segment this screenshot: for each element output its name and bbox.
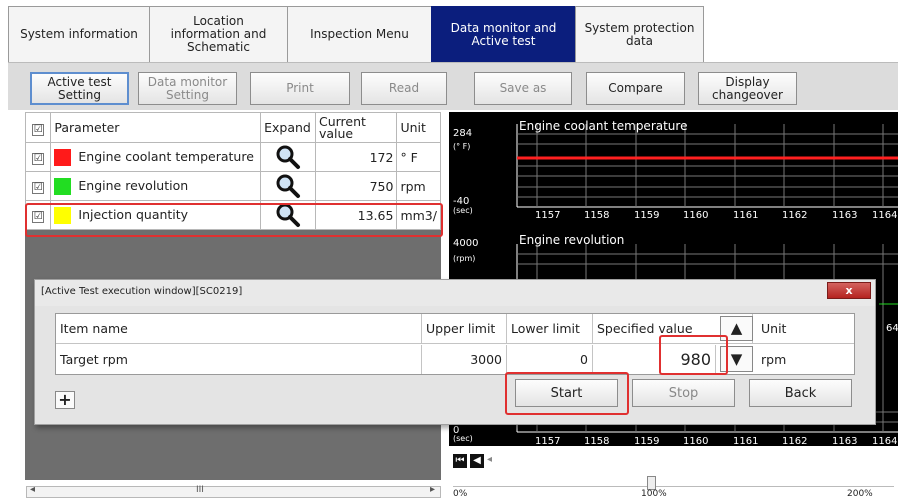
- table-row[interactable]: ☑ Engine revolution 750 rpm: [24, 171, 441, 201]
- zoom-slider-thumb[interactable]: [647, 476, 656, 490]
- expand-button[interactable]: [260, 171, 316, 201]
- row-checkbox[interactable]: ☑: [32, 182, 45, 194]
- magnifier-icon: [276, 145, 301, 169]
- parameter-header: Parameter: [50, 112, 262, 143]
- print-button[interactable]: Print: [250, 72, 350, 105]
- dialog-title: [Active Test execution window][SC0219]: [35, 280, 875, 306]
- zoom-slider-track[interactable]: [453, 486, 894, 487]
- save-as-button[interactable]: Save as: [474, 72, 572, 105]
- graph1-xunit: (sec): [453, 206, 473, 215]
- injection-quantity-highlight: [25, 203, 443, 237]
- specified-value-highlight: [659, 335, 728, 375]
- graph1-tick: 1162: [782, 210, 808, 221]
- graph1-tick: 1159: [634, 210, 660, 221]
- graph1-yunit: (° F): [453, 142, 471, 151]
- item-name-header: Item name: [56, 314, 422, 343]
- active-test-dialog: [Active Test execution window][SC0219] x…: [34, 279, 876, 425]
- current-value: 750: [314, 171, 398, 201]
- compare-button[interactable]: Compare: [586, 72, 685, 105]
- item-name-cell: Target rpm: [56, 345, 422, 374]
- graph2-ymax: 4000: [453, 238, 479, 249]
- toolbar: Active test Setting Data monitor Setting…: [8, 62, 898, 110]
- playback-panel: ⏮ ◀ ◂ 0% 100% 200%: [449, 446, 898, 504]
- scroll-left-icon[interactable]: ◂: [487, 454, 492, 465]
- graph1-tick: 1158: [584, 210, 610, 221]
- tab-system-information[interactable]: System information: [8, 6, 150, 62]
- step-back-icon[interactable]: ◀: [470, 454, 484, 468]
- table-row[interactable]: ☑ Engine coolant temperature 172 ° F: [24, 142, 441, 172]
- graph2-title: Engine revolution: [519, 233, 625, 247]
- lower-limit-cell: 0: [507, 345, 593, 374]
- arrow-up-icon: ▲: [730, 319, 743, 337]
- graph1-ymax: 284: [453, 128, 473, 139]
- horizontal-scrollbar[interactable]: ◂ III ▸: [0, 480, 445, 504]
- parameter-name: Engine coolant temperature: [78, 148, 254, 164]
- zoom-max-label: 200%: [847, 489, 873, 499]
- graph2-xunit: (sec): [453, 434, 473, 443]
- zoom-min-label: 0%: [453, 489, 468, 499]
- graph1-tick: 1160: [683, 210, 709, 221]
- current-value: 172: [314, 142, 398, 172]
- tab-data-monitor-active-test[interactable]: Data monitor and Active test: [431, 6, 576, 62]
- upper-limit-cell: 3000: [422, 345, 507, 374]
- graph1-tick: 1161: [733, 210, 759, 221]
- color-swatch: [54, 148, 72, 166]
- parameter-name: Engine revolution: [78, 177, 189, 193]
- table-header-row: ☑ Parameter Expand Current value Unit: [24, 112, 441, 143]
- tab-inspection-menu[interactable]: Inspection Menu: [287, 6, 432, 62]
- expand-button[interactable]: [260, 142, 316, 172]
- magnifier-icon: [276, 174, 301, 198]
- data-monitor-setting-button[interactable]: Data monitor Setting: [138, 72, 237, 105]
- tab-location-schematic[interactable]: Location information and Schematic: [149, 6, 288, 62]
- start-button-highlight: [505, 372, 629, 415]
- graph1-tick: 1163: [832, 210, 858, 221]
- graph1-title: Engine coolant temperature: [519, 119, 688, 133]
- upper-limit-header: Upper limit: [422, 314, 507, 343]
- unit-cell: rpm: [761, 352, 787, 367]
- select-all-checkbox[interactable]: ☑: [32, 123, 45, 136]
- expand-header: Expand: [260, 112, 316, 143]
- read-button[interactable]: Read: [361, 72, 447, 105]
- graph2-yunit: (rpm): [453, 254, 476, 263]
- unit: rpm: [396, 171, 441, 201]
- unit-header: Unit: [396, 112, 441, 143]
- scroll-right-icon[interactable]: ▸: [430, 484, 435, 495]
- active-test-setting-button[interactable]: Active test Setting: [30, 72, 129, 105]
- graph1-tick: 1164: [872, 210, 898, 221]
- tab-system-protection-data[interactable]: System protection data: [575, 6, 704, 62]
- row-checkbox[interactable]: ☑: [32, 153, 45, 165]
- main-tabs: System information Location information …: [8, 6, 704, 62]
- graph1-tick: 1157: [535, 210, 561, 221]
- lower-limit-header: Lower limit: [507, 314, 593, 343]
- first-frame-icon[interactable]: ⏮: [453, 454, 467, 468]
- arrow-down-icon: ▼: [730, 350, 743, 368]
- stop-button[interactable]: Stop: [632, 379, 735, 407]
- unit-header: Unit: [761, 321, 787, 336]
- close-button[interactable]: x: [827, 282, 871, 299]
- scroll-left-icon[interactable]: ◂: [30, 484, 35, 495]
- zoom-mid-label: 100%: [641, 489, 667, 499]
- scroll-grip[interactable]: III: [196, 485, 204, 495]
- current-value-header: Current value: [314, 112, 398, 143]
- graph2-right-tick: 64: [886, 323, 898, 334]
- display-changeover-button[interactable]: Display changeover: [698, 72, 797, 105]
- unit: ° F: [396, 142, 441, 172]
- add-button[interactable]: +: [55, 391, 75, 409]
- active-test-table: Item name Upper limit Lower limit Specif…: [55, 313, 855, 375]
- color-swatch: [54, 177, 72, 195]
- back-button[interactable]: Back: [749, 379, 852, 407]
